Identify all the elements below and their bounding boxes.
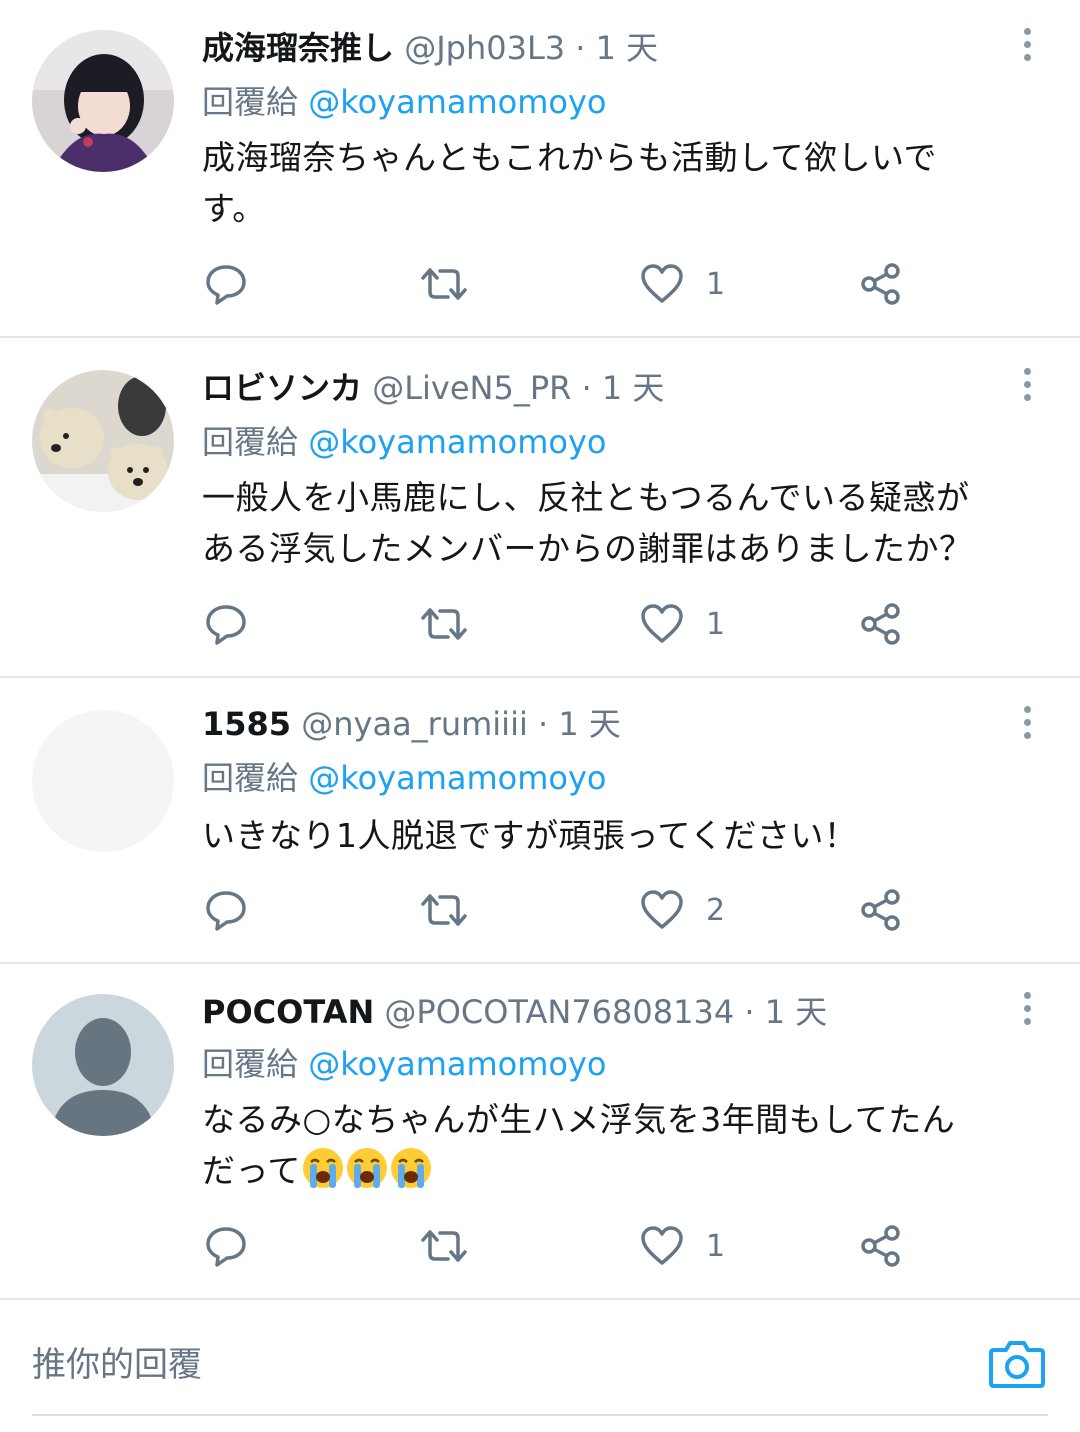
tweet-text: なるみ○なちゃんが生ハメ浮気を3年間もしてたん だって (202, 1094, 1042, 1196)
share-icon (861, 263, 900, 305)
tweet-card[interactable]: 成海瑠奈推し @Jph03L3 · 1 天 回覆給 @koyamamomoyo … (0, 0, 1080, 338)
more-options-icon[interactable] (1014, 22, 1040, 66)
reply-mention-link[interactable]: @koyamamomoyo (308, 1045, 606, 1083)
more-options-icon[interactable] (1014, 362, 1040, 406)
share-icon (861, 603, 900, 645)
camera-icon (989, 1341, 1045, 1388)
reply-mention-link[interactable]: @koyamamomoyo (308, 83, 606, 121)
tweet-text-line: ある浮気したメンバーからの謝罪はありましたか？ (202, 529, 973, 568)
reply-button[interactable] (204, 1216, 248, 1276)
like-count: 1 (706, 266, 726, 302)
retweet-button[interactable] (420, 1216, 468, 1276)
retweet-icon (421, 608, 467, 640)
avatar[interactable] (32, 710, 174, 852)
more-options-icon[interactable] (1014, 700, 1040, 744)
avatar[interactable] (32, 370, 174, 512)
tweet-text: いきなり1人脱退ですが頑張ってください！ (202, 810, 1042, 861)
more-options-icon[interactable] (1014, 986, 1040, 1030)
reply-prefix: 回覆給 (202, 759, 299, 797)
retweet-button[interactable] (420, 594, 468, 654)
share-icon (861, 889, 900, 931)
reply-mention-link[interactable]: @koyamamomoyo (308, 423, 606, 461)
tweet-card[interactable]: ロビソンカ @LiveN5_PR · 1 天 回覆給 @koyamamomoyo… (0, 338, 1080, 678)
retweet-icon (421, 268, 467, 300)
display-name[interactable]: ロビソンカ (202, 369, 362, 407)
timestamp: · 1 天 (538, 705, 621, 743)
user-handle[interactable]: @POCOTAN76808134 (384, 993, 734, 1031)
reply-icon (206, 605, 246, 645)
reply-to-line: 回覆給 @koyamamomoyo (202, 420, 607, 464)
timestamp: · 1 天 (744, 993, 828, 1031)
action-bar: 1 (0, 594, 1080, 654)
reply-mention-link[interactable]: @koyamamomoyo (308, 759, 606, 797)
heart-icon (641, 1226, 683, 1265)
reply-composer: 推你的回覆 (0, 1300, 1080, 1432)
heart-icon (641, 890, 683, 929)
action-bar: 1 (0, 254, 1080, 314)
like-count: 1 (706, 606, 726, 642)
tweet-text-line: 成海瑠奈ちゃんともこれからも活動して欲しいで (202, 138, 938, 177)
reply-input[interactable]: 推你的回覆 (32, 1340, 202, 1390)
reply-to-line: 回覆給 @koyamamomoyo (202, 80, 607, 124)
share-button[interactable] (860, 594, 902, 654)
tweet-text-fragment: だって (202, 1151, 301, 1190)
default-person-icon (32, 994, 174, 1136)
display-name[interactable]: 成海瑠奈推し (202, 29, 394, 67)
like-button[interactable]: 1 (640, 594, 725, 654)
reply-icon (206, 891, 246, 931)
tweet-text-line-with-emoji: だって (202, 1145, 1042, 1196)
crying-face-icon (346, 1148, 387, 1188)
avatar[interactable] (32, 994, 174, 1136)
user-handle[interactable]: @Jph03L3 (404, 29, 565, 67)
like-button[interactable]: 1 (640, 1216, 725, 1276)
timestamp: · 1 天 (575, 29, 659, 67)
share-button[interactable] (860, 1216, 902, 1276)
retweet-button[interactable] (420, 880, 468, 940)
reply-prefix: 回覆給 (202, 423, 299, 461)
share-button[interactable] (860, 254, 902, 314)
like-count: 1 (706, 1228, 726, 1264)
share-button[interactable] (860, 880, 902, 940)
reply-to-line: 回覆給 @koyamamomoyo (202, 1042, 607, 1086)
action-bar: 2 (0, 880, 1080, 940)
tweet-text-line: す。 (202, 189, 266, 228)
reply-icon (206, 265, 246, 305)
reply-button[interactable] (204, 594, 248, 654)
like-count: 2 (706, 892, 726, 928)
tweet-text-line: 一般人を小馬鹿にし、反社ともつるんでいる疑惑が (202, 478, 970, 517)
like-button[interactable]: 2 (640, 880, 725, 940)
share-icon (861, 1225, 900, 1267)
reply-prefix: 回覆給 (202, 1045, 299, 1083)
tweet-text: 成海瑠奈ちゃんともこれからも活動して欲しいで す。 (202, 132, 1042, 234)
tweet-text-line: なるみ○なちゃんが生ハメ浮気を3年間もしてたん (202, 1100, 956, 1139)
retweet-icon (421, 894, 467, 926)
action-bar: 1 (0, 1216, 1080, 1276)
reply-prefix: 回覆給 (202, 83, 299, 121)
timestamp: · 1 天 (581, 369, 665, 407)
tweet-card[interactable]: POCOTAN @POCOTAN76808134 · 1 天 回覆給 @koya… (0, 964, 1080, 1300)
reply-button[interactable] (204, 880, 248, 940)
user-handle[interactable]: @LiveN5_PR (372, 369, 571, 407)
display-name[interactable]: POCOTAN (202, 993, 374, 1031)
camera-button[interactable] (988, 1338, 1046, 1390)
tweet-text-line: いきなり1人脱退ですが頑張ってください！ (202, 816, 858, 855)
display-name[interactable]: 1585 (202, 705, 291, 743)
heart-icon (641, 264, 683, 303)
crying-face-icon (302, 1148, 343, 1188)
reply-icon (206, 1227, 246, 1267)
retweet-button[interactable] (420, 254, 468, 314)
composer-divider (32, 1414, 1048, 1416)
reply-button[interactable] (204, 254, 248, 314)
tweet-text: 一般人を小馬鹿にし、反社ともつるんでいる疑惑が ある浮気したメンバーからの謝罪は… (202, 472, 1042, 574)
user-handle[interactable]: @nyaa_rumiiii (301, 705, 528, 743)
reply-to-line: 回覆給 @koyamamomoyo (202, 756, 607, 800)
avatar[interactable] (32, 30, 174, 172)
crying-face-icon (390, 1148, 431, 1188)
retweet-icon (421, 1230, 467, 1262)
heart-icon (641, 604, 683, 643)
like-button[interactable]: 1 (640, 254, 725, 314)
tweet-card[interactable]: 1585 @nyaa_rumiiii · 1 天 回覆給 @koyamamomo… (0, 678, 1080, 964)
